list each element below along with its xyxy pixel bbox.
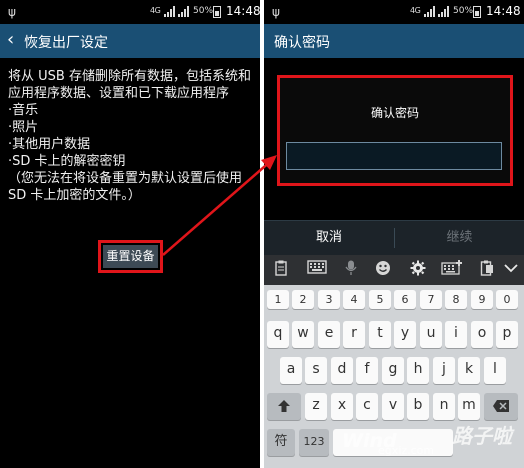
key-z[interactable]: z bbox=[305, 393, 327, 420]
key-f[interactable]: f bbox=[356, 357, 378, 384]
key-g[interactable]: g bbox=[382, 357, 404, 384]
key-b[interactable]: b bbox=[407, 393, 429, 420]
signal-icon bbox=[164, 6, 178, 17]
key-n[interactable]: n bbox=[433, 393, 455, 420]
title-bar: 确认密码 bbox=[264, 24, 524, 58]
key-v[interactable]: v bbox=[382, 393, 404, 420]
network-type: 4G bbox=[150, 6, 161, 15]
key-9[interactable]: 9 bbox=[471, 290, 493, 309]
shift-icon bbox=[278, 400, 290, 412]
key-k[interactable]: k bbox=[458, 357, 480, 384]
key-4[interactable]: 4 bbox=[343, 290, 365, 309]
usb-icon: ψ bbox=[8, 5, 16, 19]
right-phone-screen: ψ 4G 50% 14:48 确认密码 确认密码 取消 继续 1 2 3 4 5… bbox=[264, 0, 524, 468]
key-t[interactable]: t bbox=[369, 321, 391, 348]
page-title: 确认密码 bbox=[274, 35, 330, 51]
clock: 14:48 bbox=[486, 4, 521, 18]
key-h[interactable]: h bbox=[407, 357, 429, 384]
symbol-key[interactable]: 符 bbox=[267, 429, 295, 456]
note-text: （您无法在将设备重置为默认设置后使用 SD 卡上加密的文件。） bbox=[8, 171, 243, 203]
action-bar: 取消 继续 bbox=[264, 220, 524, 255]
status-bar: ψ 4G 50% 14:48 bbox=[0, 0, 260, 24]
key-x[interactable]: x bbox=[331, 393, 353, 420]
key-p[interactable]: p bbox=[496, 321, 518, 348]
clipboard-icon[interactable] bbox=[478, 260, 496, 278]
key-0[interactable]: 0 bbox=[496, 290, 518, 309]
signal-icon bbox=[424, 6, 438, 17]
list-item: ·其他用户数据 bbox=[8, 137, 91, 152]
signal-icon bbox=[438, 6, 452, 17]
signal-icon bbox=[178, 6, 192, 17]
reset-description: 将从 USB 存储删除所有数据，包括系统和应用程序数据、设置和已下载应用程序 ·… bbox=[8, 68, 256, 204]
key-w[interactable]: w bbox=[292, 321, 314, 348]
reset-button-highlight: 重置设备 bbox=[98, 240, 163, 273]
backspace-icon bbox=[493, 400, 509, 412]
emoji-icon[interactable] bbox=[374, 260, 392, 278]
back-arrow-icon[interactable]: ‹ bbox=[7, 29, 14, 50]
watermark: Wind 路子啦 egxiz.com bbox=[340, 420, 524, 468]
mic-icon[interactable] bbox=[342, 260, 360, 278]
battery-icon bbox=[213, 6, 221, 18]
key-u[interactable]: u bbox=[420, 321, 442, 348]
key-s[interactable]: s bbox=[305, 357, 327, 384]
battery-percent: 50% bbox=[453, 6, 474, 16]
reset-device-button[interactable]: 重置设备 bbox=[103, 245, 158, 268]
key-8[interactable]: 8 bbox=[445, 290, 467, 309]
watermark-text: 路子啦 bbox=[452, 424, 512, 448]
number-mode-key[interactable]: 123 bbox=[299, 429, 329, 456]
backspace-key[interactable] bbox=[484, 393, 518, 420]
continue-button[interactable]: 继续 bbox=[395, 221, 524, 255]
battery-icon bbox=[473, 6, 481, 18]
key-3[interactable]: 3 bbox=[318, 290, 340, 309]
list-item: ·音乐 bbox=[8, 103, 39, 118]
key-j[interactable]: j bbox=[433, 357, 455, 384]
cancel-button[interactable]: 取消 bbox=[264, 221, 394, 255]
page-title: 恢复出厂设定 bbox=[24, 35, 108, 51]
key-6[interactable]: 6 bbox=[394, 290, 416, 309]
usb-icon: ψ bbox=[272, 5, 280, 19]
key-i[interactable]: i bbox=[445, 321, 467, 348]
watermark-url: egxiz.com bbox=[378, 444, 435, 457]
status-bar: ψ 4G 50% 14:48 bbox=[264, 0, 524, 24]
battery-percent: 50% bbox=[193, 6, 214, 16]
key-5[interactable]: 5 bbox=[369, 290, 391, 309]
key-q[interactable]: q bbox=[267, 321, 289, 348]
shift-key[interactable] bbox=[267, 393, 301, 420]
key-a[interactable]: a bbox=[280, 357, 302, 384]
key-2[interactable]: 2 bbox=[292, 290, 314, 309]
list-item: ·SD 卡上的解密密钥 bbox=[8, 154, 126, 169]
key-o[interactable]: o bbox=[471, 321, 493, 348]
clipboard-icon[interactable] bbox=[272, 260, 290, 278]
confirm-password-highlight: 确认密码 bbox=[277, 75, 513, 186]
confirm-password-label: 确认密码 bbox=[370, 106, 419, 120]
key-e[interactable]: e bbox=[318, 321, 340, 348]
keyboard-grid-icon[interactable] bbox=[440, 260, 464, 278]
title-bar: ‹ 恢复出厂设定 bbox=[0, 24, 260, 58]
password-input[interactable] bbox=[286, 142, 502, 170]
keyboard-toolbar bbox=[264, 255, 524, 285]
key-r[interactable]: r bbox=[343, 321, 365, 348]
key-m[interactable]: m bbox=[458, 393, 480, 420]
key-y[interactable]: y bbox=[394, 321, 416, 348]
key-c[interactable]: c bbox=[356, 393, 378, 420]
key-7[interactable]: 7 bbox=[420, 290, 442, 309]
list-item: ·照片 bbox=[8, 120, 39, 135]
key-d[interactable]: d bbox=[331, 357, 353, 384]
keyboard-icon[interactable] bbox=[306, 260, 328, 278]
gear-icon[interactable] bbox=[409, 260, 427, 278]
description-text: 将从 USB 存储删除所有数据，包括系统和应用程序数据、设置和已下载应用程序 bbox=[8, 69, 251, 101]
network-type: 4G bbox=[410, 6, 421, 15]
chevron-down-icon[interactable] bbox=[502, 260, 520, 278]
clock: 14:48 bbox=[226, 4, 260, 18]
key-l[interactable]: l bbox=[484, 357, 506, 384]
key-1[interactable]: 1 bbox=[267, 290, 289, 309]
left-phone-screen: ψ 4G 50% 14:48 ‹ 恢复出厂设定 将从 USB 存储删除所有数据，… bbox=[0, 0, 260, 468]
